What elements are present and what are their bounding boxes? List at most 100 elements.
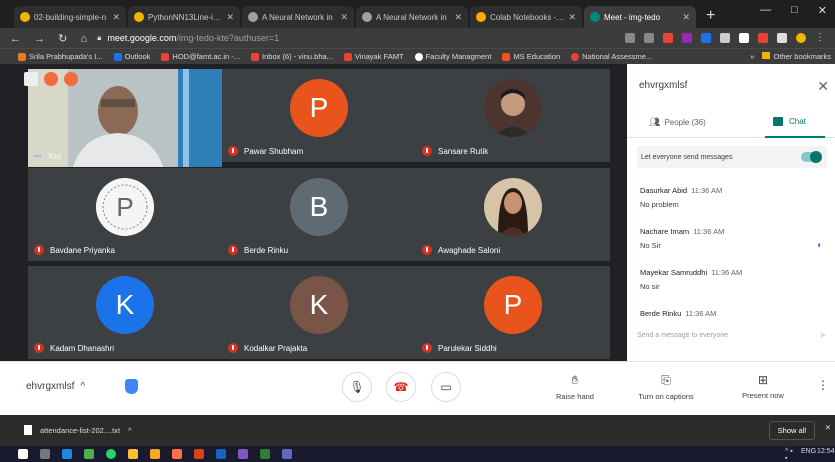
host-controls-icon[interactable]	[125, 379, 138, 394]
app-icon[interactable]	[84, 449, 94, 459]
browser-tab[interactable]: A Neural Network in ✕	[242, 6, 354, 28]
bookmark-label: National Assessme...	[582, 52, 653, 61]
camera-icon[interactable]	[625, 33, 635, 43]
show-all-button[interactable]: Show all	[768, 421, 815, 440]
word-icon[interactable]	[216, 449, 226, 459]
meeting-details[interactable]: ehvrgxmlsf ^	[26, 381, 85, 392]
participant-name: Kadam Dhanashri	[50, 343, 115, 353]
effects-icon[interactable]	[44, 72, 58, 86]
edge-icon[interactable]	[62, 449, 72, 459]
close-tab-icon[interactable]: ✕	[568, 12, 576, 23]
participant-name: Sansare Rutik	[438, 146, 489, 156]
tab-favicon-icon	[248, 12, 258, 22]
browser-tab[interactable]: A Neural Network in ✕	[356, 6, 468, 28]
minimize-icon[interactable]: —	[760, 4, 771, 17]
close-window-icon[interactable]: ✕	[818, 4, 827, 17]
close-panel-icon[interactable]: ✕	[817, 78, 829, 95]
leave-call-button[interactable]: ☎︎	[386, 372, 416, 402]
chevron-right-icon[interactable]: »	[750, 52, 754, 61]
message-text: No problem	[640, 200, 679, 209]
close-tab-icon[interactable]: ✕	[340, 12, 348, 23]
task-view-icon[interactable]	[40, 449, 50, 459]
vs-icon[interactable]	[238, 449, 248, 459]
browser-tab[interactable]: PythonNN13Line-iam ✕	[128, 6, 240, 28]
extension-icon[interactable]	[682, 33, 692, 43]
send-icon[interactable]: ➤	[819, 330, 827, 341]
close-downloads-icon[interactable]: ✕	[825, 423, 831, 432]
present-button[interactable]: ⊞ Present now	[728, 373, 798, 400]
layout-icon[interactable]	[24, 72, 38, 86]
present-label: Present now	[742, 391, 784, 400]
close-tab-icon[interactable]: ✕	[226, 12, 234, 23]
clock[interactable]: 12:54	[817, 448, 835, 458]
profile-photo	[484, 178, 542, 236]
browser-tab[interactable]: Colab Notebooks - G ✕	[470, 6, 582, 28]
close-tab-icon[interactable]: ✕	[112, 12, 120, 23]
effects-icon[interactable]	[64, 72, 78, 86]
bookmark-item[interactable]: HOD@famt.ac.in -...	[161, 52, 240, 61]
camera-icon: ▭	[440, 380, 452, 394]
meeting-code: ehvrgxmlsf	[26, 381, 75, 392]
raise-hand-button[interactable]: ✋︎ Raise hand	[540, 373, 610, 401]
powerpoint-icon[interactable]	[194, 449, 204, 459]
start-icon[interactable]	[18, 449, 28, 459]
extension-icon[interactable]	[758, 33, 768, 43]
extension-icon[interactable]	[663, 33, 673, 43]
home-icon[interactable]: ⌂	[80, 33, 87, 45]
chat-input[interactable]: Send a message to everyone	[637, 332, 827, 339]
excel-icon[interactable]	[260, 449, 270, 459]
close-tab-icon[interactable]: ✕	[454, 12, 462, 23]
download-item[interactable]: attendance-list-202....txt ^	[24, 425, 132, 435]
extension-icon[interactable]	[720, 33, 730, 43]
bookmark-label: Outlook	[124, 52, 151, 61]
microphone-button[interactable]: 🎙︎	[342, 372, 372, 402]
puzzle-icon[interactable]	[777, 33, 787, 43]
bookmark-item[interactable]: National Assessme...	[571, 52, 652, 61]
bookmark-item[interactable]: Outlook	[113, 52, 151, 61]
tab-people[interactable]: 👥︎ People (36)	[649, 117, 706, 128]
extension-icon[interactable]	[701, 33, 711, 43]
avatar: P	[290, 79, 348, 137]
bookmark-icon	[18, 52, 26, 61]
profile-avatar-icon[interactable]	[796, 33, 806, 43]
bookmark-item[interactable]: Srila Prabhupada's I...	[18, 52, 103, 61]
close-tab-icon[interactable]: ✕	[682, 12, 690, 23]
whatsapp-icon[interactable]	[106, 449, 116, 459]
browser-tab[interactable]: 02-building-simple-n ✕	[14, 6, 126, 28]
other-bookmarks[interactable]: Other bookmarks	[762, 52, 831, 61]
bookmark-item[interactable]: Inbox (6) - vinu.bha...	[251, 52, 333, 61]
reload-icon[interactable]: ↻	[58, 33, 67, 45]
captions-button[interactable]: ⎘ Turn on captions	[631, 373, 701, 401]
bookmark-label: HOD@famt.ac.in -...	[172, 52, 241, 61]
forward-icon[interactable]: →	[34, 33, 45, 45]
app-icon[interactable]	[172, 449, 182, 459]
extension-icon[interactable]	[739, 33, 749, 43]
participant-tile: Awaghade Saloni	[416, 168, 610, 261]
tray-icons: ^ ▪ ▪ ◖)	[785, 448, 793, 462]
bookmark-item[interactable]: MS Education	[502, 52, 560, 61]
url-field[interactable]: meet.google.com/img-tedo-kte?authuser=1	[107, 33, 625, 43]
panel-title: ehvrgxmlsf	[639, 80, 688, 91]
message-text: No sir	[640, 282, 660, 291]
maximize-icon[interactable]: □	[791, 4, 798, 17]
assistant-icon[interactable]: ◐	[817, 240, 829, 252]
bookmark-item[interactable]: Vinayak FAMT	[343, 52, 404, 61]
participant-tile: B Berde Rinku	[222, 168, 416, 261]
chrome-icon[interactable]	[128, 449, 138, 459]
new-tab-button[interactable]: +	[698, 7, 723, 28]
menu-icon[interactable]: ⋮	[815, 33, 825, 43]
screen: 02-building-simple-n ✕ PythonNN13Line-iam…	[0, 0, 835, 462]
star-icon[interactable]	[644, 33, 654, 43]
camera-button[interactable]: ▭	[431, 372, 461, 402]
bookmark-item[interactable]: Faculty Managment	[414, 52, 491, 61]
browser-tab-active[interactable]: Meet - img-tedo ✕	[584, 6, 696, 28]
bookmarks-bar: Srila Prabhupada's I... Outlook HOD@famt…	[0, 48, 835, 64]
back-icon[interactable]: ←	[10, 33, 21, 45]
more-options-icon[interactable]: ⋮	[817, 378, 829, 392]
chevron-up-icon[interactable]: ^	[128, 426, 132, 435]
tab-chat[interactable]: Chat	[773, 117, 806, 126]
app-icon[interactable]	[282, 449, 292, 459]
send-permission-toggle[interactable]	[801, 151, 822, 163]
url-host: meet.google.com	[107, 33, 177, 43]
folder-icon[interactable]	[150, 449, 160, 459]
